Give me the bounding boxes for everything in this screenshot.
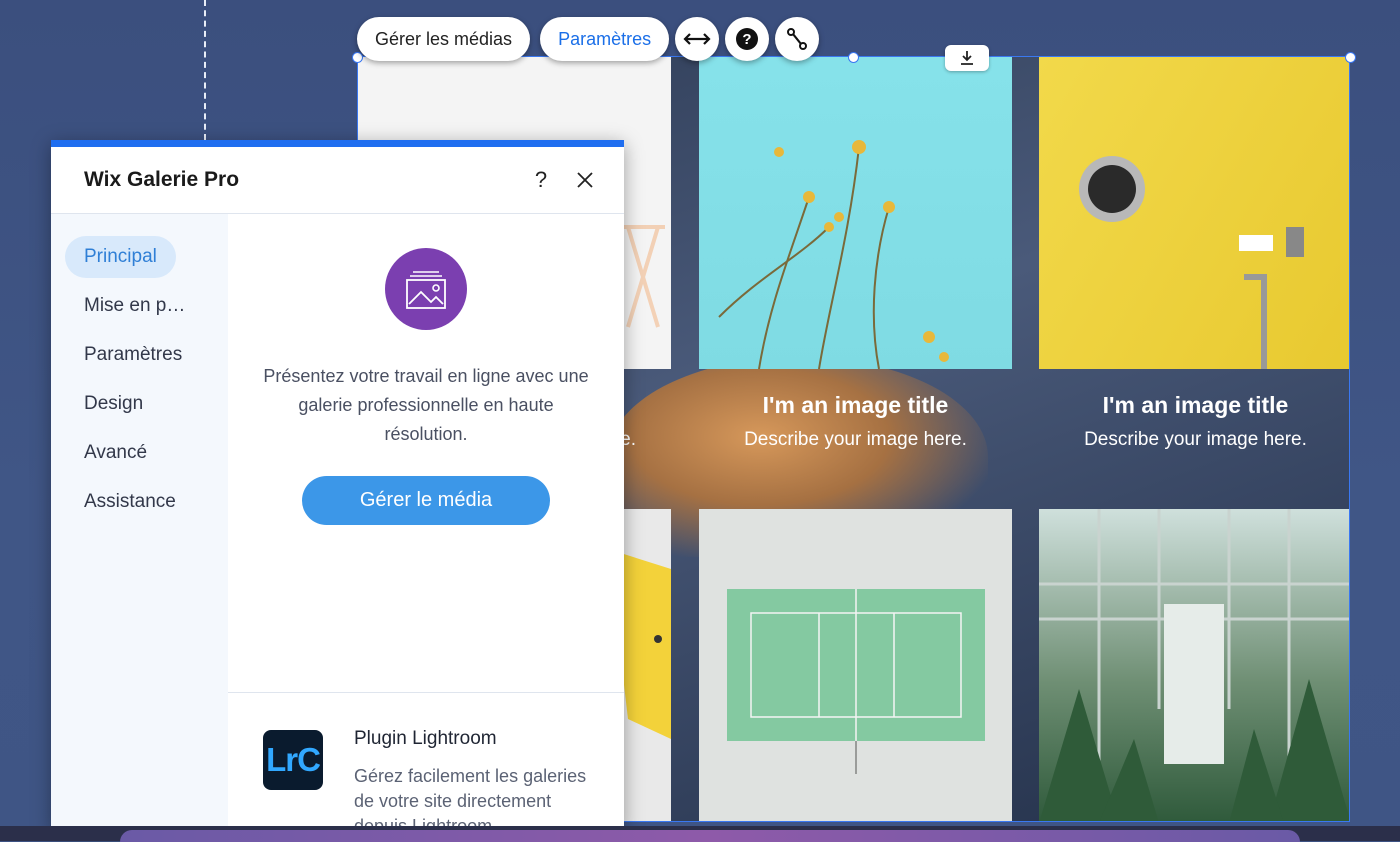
close-icon[interactable] bbox=[570, 165, 600, 195]
tennis-court-image bbox=[727, 589, 985, 774]
lightroom-logo: LrC bbox=[263, 730, 323, 790]
stretch-icon[interactable] bbox=[675, 17, 720, 61]
svg-text:?: ? bbox=[743, 31, 752, 48]
gallery-image-3[interactable] bbox=[1039, 57, 1349, 369]
gallery-image-5[interactable] bbox=[699, 509, 1012, 821]
help-button[interactable]: ? bbox=[526, 165, 556, 195]
nav-item-settings[interactable]: Paramètres bbox=[65, 334, 201, 376]
image-caption: I'm an image title Describe your image h… bbox=[1039, 392, 1349, 451]
bottom-panel-tab[interactable] bbox=[120, 830, 1300, 842]
panel-sidenav: Principal Mise en p… Paramètres Design A… bbox=[51, 214, 228, 830]
panel-top-bar bbox=[51, 140, 624, 147]
widget-toolbar: Gérer les médias Paramètres ? bbox=[357, 16, 820, 62]
download-icon[interactable] bbox=[945, 45, 989, 71]
resize-handle[interactable] bbox=[1345, 52, 1356, 63]
plugin-description: Gérez facilement les galeries de votre s… bbox=[354, 766, 587, 830]
image-description: Describe your image here. bbox=[1084, 429, 1307, 450]
panel-title: Wix Galerie Pro bbox=[84, 168, 240, 191]
panel-header: Wix Galerie Pro ? bbox=[51, 147, 624, 214]
settings-panel: Wix Galerie Pro ? Principal Mise en p… P… bbox=[51, 140, 624, 830]
section-divider bbox=[228, 692, 624, 693]
main-description: Présentez votre travail en ligne avec un… bbox=[263, 366, 589, 444]
nav-item-assistance[interactable]: Assistance bbox=[65, 481, 195, 523]
yellow-door-image bbox=[1079, 156, 1304, 369]
nav-item-advanced[interactable]: Avancé bbox=[65, 432, 166, 474]
gallery-image-icon bbox=[385, 248, 467, 330]
plugin-title[interactable]: Plugin Lightroom bbox=[354, 728, 497, 750]
help-icon[interactable]: ? bbox=[725, 17, 770, 61]
panel-body: Principal Mise en p… Paramètres Design A… bbox=[51, 214, 624, 830]
gallery-image-6[interactable] bbox=[1039, 509, 1349, 821]
resize-handle[interactable] bbox=[848, 52, 859, 63]
settings-button[interactable]: Paramètres bbox=[540, 17, 670, 61]
guide-line bbox=[204, 0, 206, 140]
panel-content: Présentez votre travail en ligne avec un… bbox=[228, 214, 624, 830]
image-title: I'm an image title bbox=[1102, 392, 1289, 418]
nav-item-principal[interactable]: Principal bbox=[65, 236, 176, 278]
connect-icon[interactable] bbox=[775, 17, 820, 61]
manage-media-primary-button[interactable]: Gérer le média bbox=[302, 476, 550, 525]
greenhouse-image bbox=[1039, 509, 1349, 821]
image-description: Describe your image here. bbox=[744, 429, 967, 450]
nav-item-design[interactable]: Design bbox=[65, 383, 162, 425]
flowers-image bbox=[718, 140, 949, 369]
nav-item-layout[interactable]: Mise en p… bbox=[65, 285, 204, 327]
gallery-image-2[interactable] bbox=[699, 57, 1012, 369]
manage-media-button[interactable]: Gérer les médias bbox=[357, 17, 531, 61]
image-caption: I'm an image title Describe your image h… bbox=[699, 392, 1012, 451]
image-title: I'm an image title bbox=[762, 392, 949, 418]
